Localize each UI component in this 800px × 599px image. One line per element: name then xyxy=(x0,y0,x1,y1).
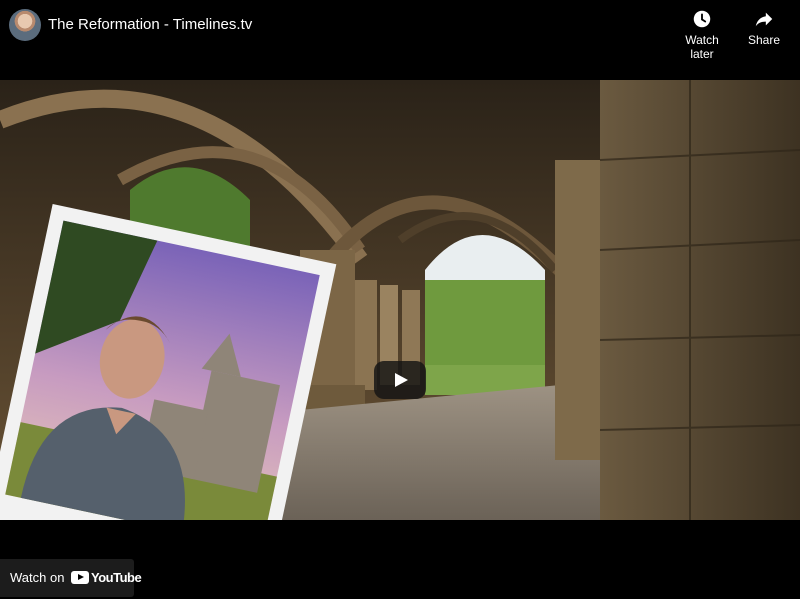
channel-avatar[interactable] xyxy=(9,9,41,41)
youtube-logo-icon xyxy=(71,571,89,584)
watch-later-label: Watch later xyxy=(685,33,719,61)
watch-later-button[interactable]: Watch later xyxy=(672,8,732,61)
youtube-wordmark: YouTube xyxy=(91,570,142,585)
clock-icon xyxy=(693,10,711,28)
abbey-cloister-scene xyxy=(0,80,800,520)
video-thumbnail[interactable] xyxy=(0,80,800,520)
play-button[interactable] xyxy=(374,361,426,399)
top-bar: The Reformation - Timelines.tv Watch lat… xyxy=(0,0,800,61)
share-arrow-icon xyxy=(755,12,773,27)
share-label: Share xyxy=(747,33,781,47)
watch-on-youtube-button[interactable]: Watch on YouTube xyxy=(0,559,142,597)
share-button[interactable]: Share xyxy=(746,8,782,47)
play-icon xyxy=(395,373,408,387)
video-title[interactable]: The Reformation - Timelines.tv xyxy=(48,16,252,34)
watch-on-label: Watch on xyxy=(10,570,65,585)
